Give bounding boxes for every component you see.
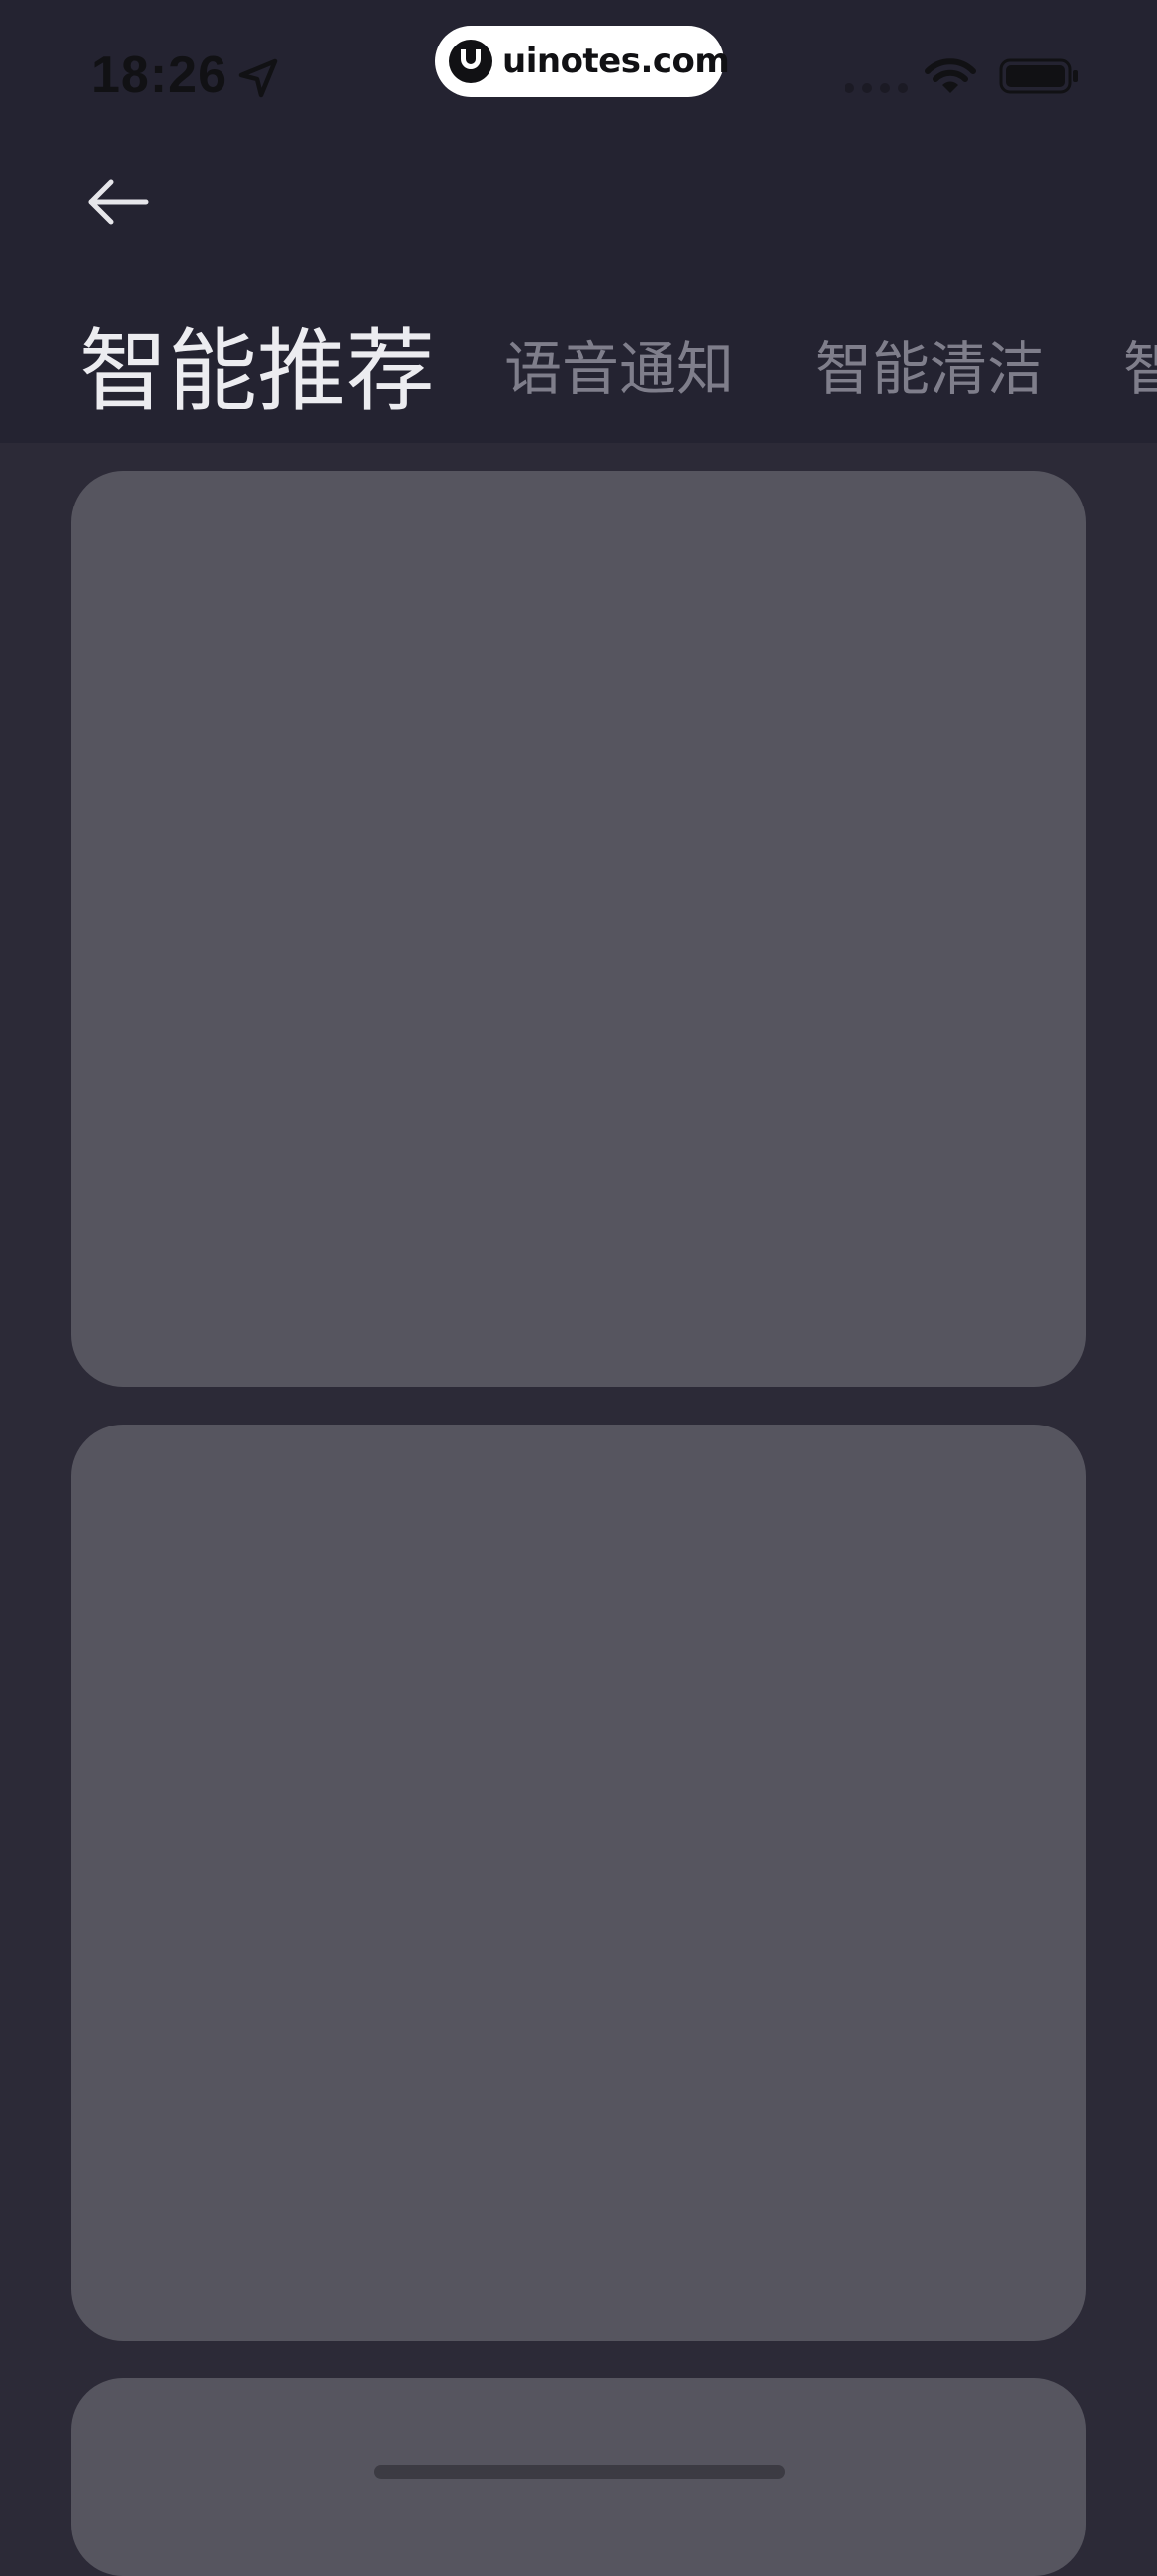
status-time: 18:26 (91, 46, 227, 104)
watermark-text: uinotes.com (502, 42, 730, 81)
back-button[interactable] (83, 170, 154, 233)
cellular-signal-icon (845, 83, 908, 93)
home-indicator (374, 2465, 785, 2479)
category-tabs: 智能推荐 语音通知 智能清洁 智 (0, 287, 1157, 425)
tab-voice-notification[interactable]: 语音通知 (504, 322, 734, 406)
watermark-badge: uinotes.com (435, 26, 730, 97)
arrow-left-icon (88, 179, 149, 225)
tab-smart-recommend[interactable]: 智能推荐 (79, 299, 435, 425)
tab-smart-cleaning[interactable]: 智能清洁 (815, 322, 1044, 406)
uinotes-logo-icon (449, 40, 492, 83)
location-arrow-icon (238, 58, 278, 98)
placeholder-card[interactable] (71, 471, 1086, 1387)
header: 18:26 uinotes.com 智能推荐 语音通知 智能清洁 智 (0, 0, 1157, 443)
tab-partial[interactable]: 智 (1123, 322, 1157, 406)
placeholder-card[interactable] (71, 1425, 1086, 2341)
wifi-icon (925, 58, 976, 93)
battery-icon (999, 58, 1078, 94)
